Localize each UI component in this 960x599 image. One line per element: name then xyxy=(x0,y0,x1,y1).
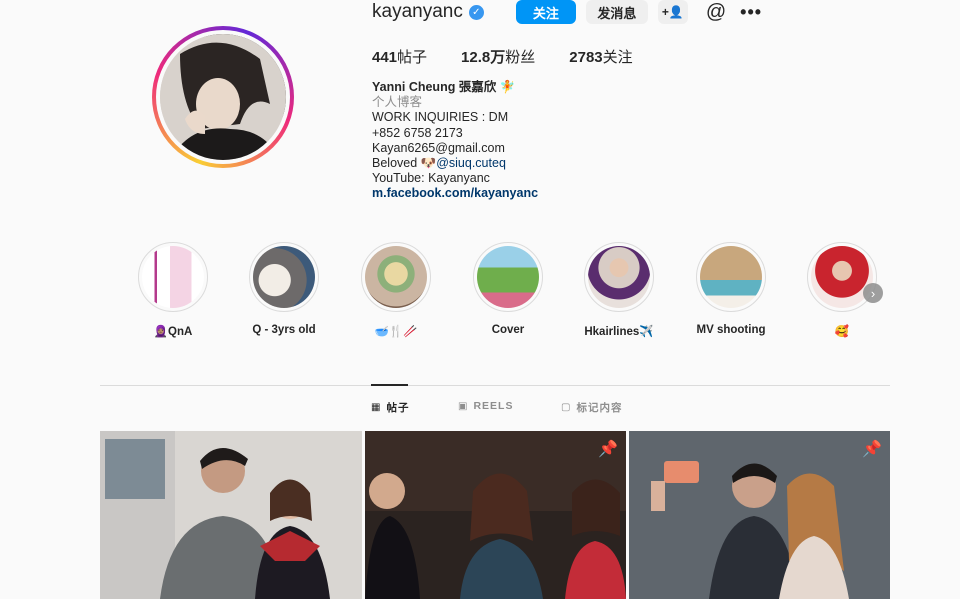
following-count[interactable]: 2783关注 xyxy=(569,46,632,67)
bio-external-link[interactable]: m.facebook.com/kayanyanc xyxy=(372,186,538,201)
username: kayanyanc xyxy=(372,1,463,22)
pin-icon: 📌 xyxy=(862,441,882,458)
highlight-label: 🥰 xyxy=(834,326,850,338)
highlight-cover[interactable]: Cover xyxy=(458,242,558,336)
tab-reels-label: REELS xyxy=(473,400,514,412)
display-name: Yanni Cheung 張嘉欣 🧚 xyxy=(372,80,516,94)
highlight-label: Hkairlines✈️ xyxy=(584,326,654,338)
tab-posts[interactable]: ▦ 帖子 xyxy=(371,400,409,415)
profile-bio: Yanni Cheung 張嘉欣 🧚 个人博客 WORK INQUIRIES :… xyxy=(372,80,538,202)
bio-beloved-text: Beloved 🐶 xyxy=(372,156,437,171)
follow-button[interactable]: 关注 xyxy=(515,0,576,24)
grid-icon: ▦ xyxy=(371,402,382,413)
highlight-hkairlines[interactable]: Hkairlines✈️ xyxy=(569,242,669,338)
tab-tagged-label: 标记内容 xyxy=(576,402,623,414)
active-tab-indicator xyxy=(371,384,408,386)
post-tile-pinned[interactable]: 📌 xyxy=(629,431,890,599)
bio-email: Kayan6265@gmail.com xyxy=(372,140,505,155)
highlight-cover xyxy=(700,246,762,308)
highlight-label: Q - 3yrs old xyxy=(252,324,316,336)
pin-icon: 📌 xyxy=(598,441,618,458)
highlights-next-arrow-icon[interactable]: › xyxy=(863,283,883,303)
bio-mention-link[interactable]: @siuq.cuteq xyxy=(436,156,506,170)
tagged-icon: ▢ xyxy=(561,402,572,413)
profile-header-row: kayanyanc ✓ 关注 发消息 +👤 @ ••• xyxy=(372,0,762,24)
post-tile[interactable] xyxy=(100,431,362,599)
following-value: 2783 xyxy=(569,49,603,66)
bio-youtube: YouTube: Kayanyanc xyxy=(372,171,490,186)
highlight-qna[interactable]: 🧕🏽QnA xyxy=(123,242,223,338)
highlight-ring xyxy=(138,242,208,312)
post-image xyxy=(629,431,890,599)
highlight-label: Cover xyxy=(491,324,525,336)
avatar-image xyxy=(160,34,286,160)
tab-reels[interactable]: ▣ REELS xyxy=(458,400,513,412)
highlight-cover xyxy=(365,246,427,308)
highlight-label: 🥣🍴🥢 xyxy=(374,326,418,338)
posts-label: 帖子 xyxy=(397,49,428,66)
profile-stats: 441帖子 12.8万粉丝 2783关注 xyxy=(372,46,633,67)
highlight-cover-image xyxy=(477,246,539,308)
add-user-button[interactable]: +👤 xyxy=(657,0,688,24)
tab-posts-label: 帖子 xyxy=(386,402,410,414)
post-image xyxy=(100,431,362,599)
more-options-icon[interactable]: ••• xyxy=(740,2,762,23)
highlight-label: MV shooting xyxy=(696,324,766,336)
highlight-cover xyxy=(811,246,873,308)
highlight-mv-shooting[interactable]: MV shooting xyxy=(681,242,781,336)
posts-count: 441帖子 xyxy=(372,46,427,67)
avatar[interactable] xyxy=(160,34,286,160)
reels-icon: ▣ xyxy=(458,400,469,412)
highlight-label: 🧕🏽QnA xyxy=(153,326,193,338)
add-user-icon: +👤 xyxy=(661,5,684,19)
followers-count[interactable]: 12.8万粉丝 xyxy=(461,46,535,67)
posts-value: 441 xyxy=(372,49,398,66)
highlight-ring xyxy=(584,242,654,312)
tabs-divider xyxy=(100,385,890,386)
verified-badge-icon: ✓ xyxy=(468,4,484,20)
highlight-food[interactable]: 🥣🍴🥢 xyxy=(346,242,446,338)
highlight-ring xyxy=(696,242,766,312)
threads-icon[interactable]: @ xyxy=(706,1,726,24)
profile-category: 个人博客 xyxy=(372,95,423,110)
followers-label: 粉丝 xyxy=(505,49,536,66)
avatar-inner xyxy=(156,30,290,164)
story-highlights: 🧕🏽QnA Q - 3yrs old 🥣🍴🥢 Cover Hkairlines✈… xyxy=(0,242,960,342)
highlight-ring xyxy=(473,242,543,312)
post-tile-pinned[interactable]: 📌 xyxy=(365,431,626,599)
tab-tagged[interactable]: ▢ 标记内容 xyxy=(561,400,622,415)
highlight-cover xyxy=(253,246,315,308)
highlight-ring xyxy=(361,242,431,312)
bio-beloved-line: Beloved 🐶@siuq.cuteq xyxy=(372,156,538,171)
bio-line: WORK INQUIRIES : DM xyxy=(372,110,509,125)
highlight-ring xyxy=(249,242,319,312)
highlight-cover xyxy=(588,246,650,308)
profile-avatar-story-ring[interactable] xyxy=(152,26,294,168)
highlight-ring xyxy=(807,242,877,312)
profile-tabs: ▦ 帖子 ▣ REELS ▢ 标记内容 xyxy=(0,400,960,418)
highlight-q-3yrs[interactable]: Q - 3yrs old xyxy=(234,242,334,336)
bio-phone: +852 6758 2173 xyxy=(372,125,463,140)
posts-grid: 📌 📌 xyxy=(100,431,890,599)
followers-value: 12.8万 xyxy=(461,49,506,66)
message-button[interactable]: 发消息 xyxy=(585,0,648,24)
post-image xyxy=(365,431,626,599)
following-label: 关注 xyxy=(602,49,633,66)
highlight-cover xyxy=(142,246,204,308)
